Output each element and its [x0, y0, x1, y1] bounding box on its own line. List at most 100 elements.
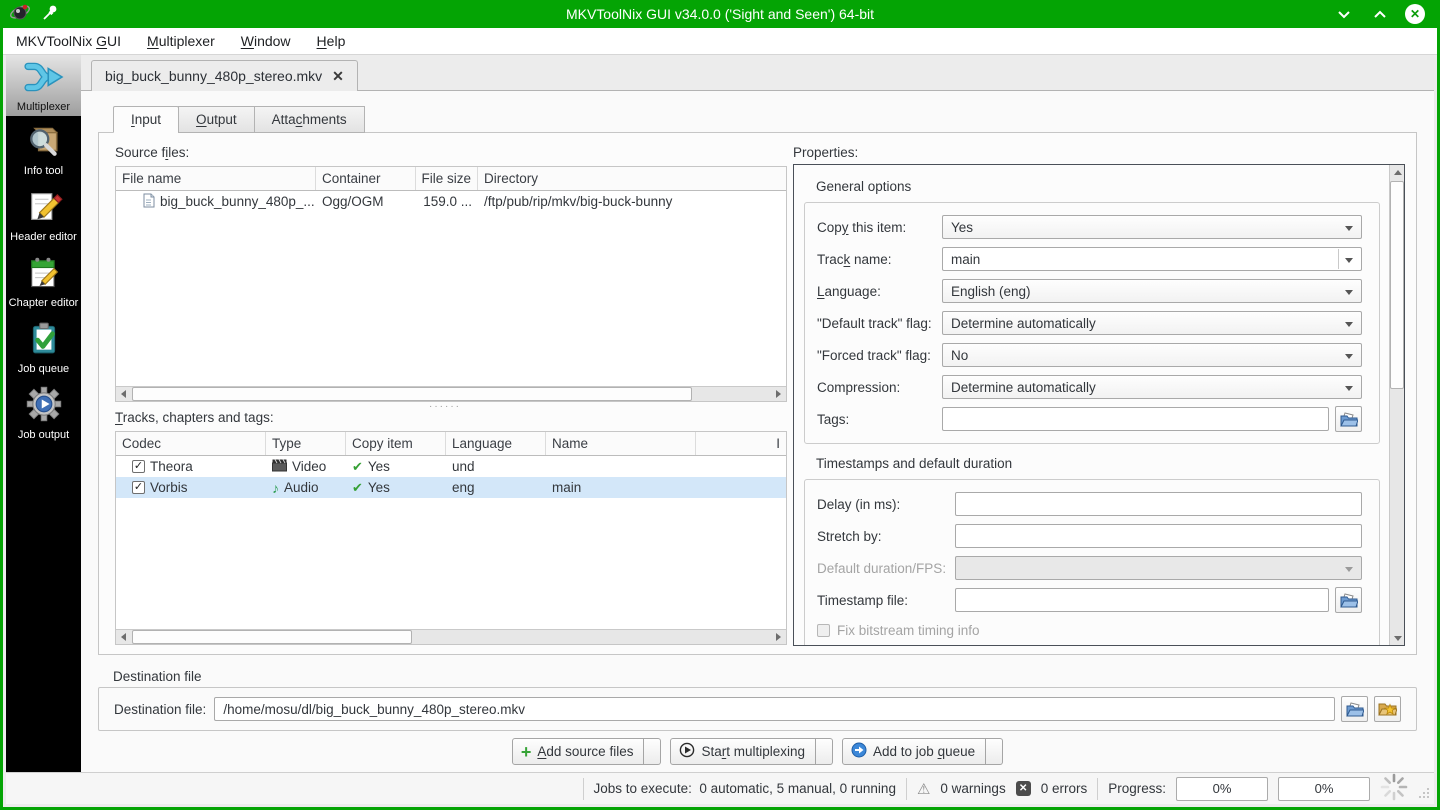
- timestamp-file-input[interactable]: [955, 588, 1329, 612]
- tags-browse-button[interactable]: [1335, 406, 1362, 432]
- start-multiplexing-button[interactable]: Start multiplexing: [670, 738, 817, 765]
- source-file-container: Ogg/OGM: [322, 194, 384, 209]
- progress-bar-current: 0%: [1176, 776, 1268, 801]
- scroll-left-icon[interactable]: [116, 387, 131, 401]
- delay-input[interactable]: [955, 492, 1362, 516]
- chevron-down-icon: [1345, 354, 1353, 359]
- track-checkbox[interactable]: ✓: [132, 481, 145, 494]
- open-folder-icon: [1345, 701, 1364, 716]
- default-duration-combobox: [955, 556, 1362, 580]
- add-to-job-queue-label: Add to job queue: [873, 744, 976, 759]
- col-codec[interactable]: Codec: [116, 432, 266, 455]
- sidebar-item-header-editor[interactable]: Header editor: [6, 183, 81, 246]
- statusbar-separator: [905, 777, 907, 800]
- add-source-files-dropdown[interactable]: [644, 738, 662, 765]
- timestamps-group: Timestamps and default duration Delay (i…: [804, 456, 1380, 645]
- track-language: und: [452, 459, 475, 474]
- track-name-combobox[interactable]: main: [942, 247, 1362, 271]
- scroll-left-icon[interactable]: [116, 630, 131, 644]
- track-codec: Theora: [150, 459, 193, 474]
- source-files-header[interactable]: File name Container File size Directory: [116, 167, 786, 191]
- source-file-row[interactable]: big_buck_bunny_480p_... Ogg/OGM 159.0 ..…: [116, 191, 786, 212]
- tracks-table[interactable]: Codec Type Copy item Language Name I ✓ T…: [115, 431, 787, 645]
- menu-window[interactable]: Window: [241, 33, 291, 49]
- track-row-vorbis[interactable]: ✓ Vorbis ♪ Audio ✔ Yes eng main: [116, 477, 786, 498]
- minimize-icon[interactable]: [1333, 3, 1355, 25]
- timestamps-title: Timestamps and default duration: [816, 456, 1013, 471]
- col-container[interactable]: Container: [316, 167, 416, 190]
- col-language[interactable]: Language: [446, 432, 546, 455]
- timestamp-file-browse-button[interactable]: [1335, 587, 1362, 613]
- copy-this-item-value: Yes: [951, 219, 974, 235]
- scrollbar-thumb[interactable]: [1390, 181, 1404, 389]
- add-to-job-queue-dropdown[interactable]: [986, 738, 1004, 765]
- scrollbar-thumb[interactable]: [132, 387, 692, 401]
- scroll-right-icon[interactable]: [771, 630, 786, 644]
- stretch-by-input[interactable]: [955, 524, 1362, 548]
- destination-file-input[interactable]: /home/mosu/dl/big_buck_bunny_480p_stereo…: [214, 697, 1335, 721]
- scroll-up-icon[interactable]: [1390, 165, 1404, 179]
- close-icon[interactable]: ✕: [1405, 4, 1425, 24]
- col-file-size[interactable]: File size: [416, 167, 478, 190]
- forced-track-flag-combobox[interactable]: No: [942, 343, 1362, 367]
- sidebar-item-job-output[interactable]: Job output: [6, 381, 81, 444]
- destination-favorites-button[interactable]: [1374, 696, 1401, 722]
- compression-combobox[interactable]: Determine automatically: [942, 375, 1362, 399]
- errors-count: 0 errors: [1040, 781, 1088, 796]
- splitter-handle[interactable]: ······: [429, 402, 461, 412]
- sidebar-item-info-tool[interactable]: Info tool: [6, 119, 81, 180]
- resize-grip[interactable]: [1418, 787, 1430, 802]
- menu-multiplexer[interactable]: Multiplexer: [147, 33, 215, 49]
- track-checkbox[interactable]: ✓: [132, 460, 145, 473]
- copy-check-icon: ✔: [352, 479, 363, 495]
- sidebar-item-multiplexer[interactable]: Multiplexer: [6, 55, 81, 116]
- maximize-icon[interactable]: [1369, 3, 1391, 25]
- language-combobox[interactable]: English (eng): [942, 279, 1362, 303]
- col-file-name[interactable]: File name: [116, 167, 316, 190]
- statusbar: Jobs to execute: 0 automatic, 5 manual, …: [6, 772, 1434, 804]
- warnings-count: 0 warnings: [940, 781, 1006, 796]
- source-files-hscrollbar[interactable]: [116, 386, 786, 401]
- tags-input[interactable]: [942, 407, 1329, 431]
- properties-vscrollbar[interactable]: [1389, 165, 1404, 645]
- general-options-title: General options: [816, 179, 912, 194]
- titlebar: MKVToolNix GUI v34.0.0 ('Sight and Seen'…: [3, 0, 1437, 28]
- pin-icon[interactable]: [41, 3, 59, 26]
- add-to-job-queue-button[interactable]: Add to job queue: [842, 738, 987, 765]
- sidebar-item-job-queue[interactable]: Job queue: [6, 315, 81, 378]
- default-duration-label: Default duration/FPS:: [817, 560, 947, 576]
- file-tab-label: big_buck_bunny_480p_stereo.mkv: [105, 68, 323, 84]
- destination-browse-button[interactable]: [1341, 696, 1368, 722]
- copy-this-item-combobox[interactable]: Yes: [942, 215, 1362, 239]
- col-copy-item[interactable]: Copy item: [346, 432, 446, 455]
- start-multiplexing-dropdown[interactable]: [816, 738, 834, 765]
- col-directory[interactable]: Directory: [478, 167, 786, 190]
- tab-attachments[interactable]: Atta c hments: [253, 106, 365, 133]
- add-source-files-button[interactable]: + Add source files: [511, 738, 645, 765]
- col-type[interactable]: Type: [266, 432, 346, 455]
- tracks-header[interactable]: Codec Type Copy item Language Name I: [116, 432, 786, 456]
- open-folder-icon: [1339, 592, 1358, 607]
- sidebar-item-chapter-editor[interactable]: Chapter editor: [6, 249, 81, 312]
- track-type: Video: [292, 459, 327, 474]
- menubar: MKVToolNix GUI Multiplexer Window Help: [3, 28, 1437, 55]
- default-track-flag-combobox[interactable]: Determine automatically: [942, 311, 1362, 335]
- app-icon: [9, 1, 31, 28]
- source-files-table[interactable]: File name Container File size Directory: [115, 166, 787, 402]
- col-name[interactable]: Name: [546, 432, 696, 455]
- file-tab[interactable]: big_buck_bunny_480p_stereo.mkv ✕: [91, 60, 358, 91]
- menu-help[interactable]: Help: [317, 33, 346, 49]
- scroll-down-icon[interactable]: [1390, 631, 1404, 645]
- tab-close-icon[interactable]: ✕: [332, 68, 344, 85]
- scrollbar-thumb[interactable]: [132, 630, 412, 644]
- tab-input[interactable]: Input: [113, 106, 180, 133]
- scroll-right-icon[interactable]: [771, 387, 786, 401]
- track-row-theora[interactable]: ✓ Theora Video ✔ Yes und: [116, 456, 786, 477]
- sidebar-item-label: Chapter editor: [8, 297, 79, 309]
- menu-mkvtoolnix-gui[interactable]: MKVToolNix GUI: [16, 33, 121, 49]
- file-icon: [142, 193, 155, 211]
- tab-output[interactable]: Output: [178, 106, 255, 133]
- tracks-hscrollbar[interactable]: [116, 629, 786, 644]
- main-area: big_buck_bunny_480p_stereo.mkv ✕ Input O…: [81, 55, 1434, 772]
- col-id-truncated[interactable]: I: [696, 432, 786, 455]
